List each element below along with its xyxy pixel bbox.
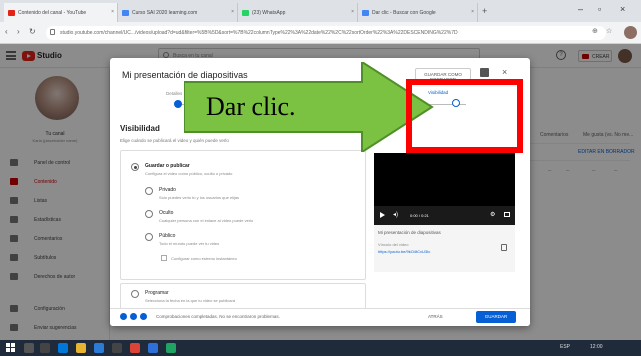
- lock-icon: [50, 29, 55, 35]
- processing-status-icon: [130, 313, 137, 320]
- close-tab-icon[interactable]: ×: [231, 9, 234, 15]
- maximize-button[interactable]: ▫: [598, 4, 601, 14]
- browser-tab[interactable]: Dar clic - Buscar con Google ×: [358, 3, 478, 22]
- fullscreen-icon[interactable]: [504, 212, 510, 217]
- unlisted-radio[interactable]: [145, 210, 153, 218]
- video-link[interactable]: https://youtu.be/9kO4tCvU3Ic: [378, 249, 430, 254]
- feedback-icon[interactable]: [480, 68, 489, 77]
- premiere-checkbox-label: Configurar como estreno instantáneo: [171, 256, 237, 261]
- schedule-label: Programar: [145, 290, 169, 296]
- star-icon[interactable]: ☆: [606, 27, 612, 35]
- browser-profile-avatar[interactable]: [624, 26, 637, 39]
- video-title: Mi presentación de diapositivas: [378, 230, 441, 235]
- site-favicon-icon: [122, 10, 129, 16]
- unlisted-desc: Cualquier persona con el enlace al video…: [159, 218, 254, 223]
- system-clock[interactable]: 12:00: [590, 344, 603, 350]
- browser-tab[interactable]: Contenido del canal - YouTube ×: [4, 3, 118, 22]
- app-icon[interactable]: [166, 343, 176, 353]
- tutorial-callout: Dar clic.: [206, 92, 296, 121]
- save-publish-label: Guardar o publicar: [145, 163, 190, 169]
- save-publish-radio[interactable]: [131, 163, 139, 171]
- save-button[interactable]: GUARDAR: [476, 311, 516, 323]
- unlisted-label: Oculto: [159, 210, 174, 216]
- mail-icon[interactable]: [112, 343, 122, 353]
- video-link-label: Vínculo del video: [378, 242, 409, 247]
- browser-tab-title: Dar clic - Buscar con Google: [372, 10, 436, 16]
- file-explorer-icon[interactable]: [76, 343, 86, 353]
- private-label: Privado: [159, 187, 176, 193]
- address-bar[interactable]: studio.youtube.com/channel/UC.../videos/…: [46, 26, 606, 40]
- close-tab-icon[interactable]: ×: [351, 9, 354, 15]
- browser-tab-title: Contenido del canal - YouTube: [18, 10, 87, 16]
- public-label: Público: [159, 233, 176, 239]
- windows-start-icon[interactable]: [6, 343, 15, 352]
- back-button[interactable]: ATRÁS: [428, 314, 443, 319]
- close-tab-icon[interactable]: ×: [471, 9, 474, 15]
- section-title: Visibilidad: [120, 124, 160, 133]
- checks-status-icon: [140, 313, 147, 320]
- word-icon[interactable]: [148, 343, 158, 353]
- step-details-label: Detalles: [166, 91, 183, 96]
- highlight-box: [406, 79, 523, 153]
- close-icon[interactable]: ×: [502, 67, 507, 77]
- minimize-button[interactable]: –: [578, 4, 583, 14]
- public-desc: Todo el mundo puede ver tu video: [159, 241, 220, 246]
- schedule-radio[interactable]: [131, 290, 139, 298]
- google-favicon-icon: [362, 10, 369, 16]
- browser-tab[interactable]: Curso SAI 2020 learning.com ×: [118, 3, 238, 22]
- chrome-icon[interactable]: [130, 343, 140, 353]
- browser-tab-title: Curso SAI 2020 learning.com: [132, 10, 198, 16]
- browser-toolbar: ‹ › ↻ studio.youtube.com/channel/UC.../v…: [0, 22, 641, 44]
- close-tab-icon[interactable]: ×: [111, 9, 114, 15]
- schedule-desc: Selecciona la fecha en la que tu video s…: [145, 298, 236, 303]
- edge-icon[interactable]: [58, 343, 68, 353]
- private-radio[interactable]: [145, 187, 153, 195]
- save-publish-desc: Configura el video como público, oculto …: [145, 171, 233, 176]
- copy-icon[interactable]: [501, 244, 507, 251]
- volume-icon[interactable]: ◂): [393, 211, 398, 218]
- youtube-favicon-icon: [8, 10, 15, 16]
- input-language[interactable]: ESP: [560, 344, 570, 350]
- screen: Contenido del canal - YouTube × Curso SA…: [0, 0, 641, 356]
- zoom-icon[interactable]: ⊕: [592, 27, 598, 35]
- play-icon[interactable]: [380, 212, 385, 218]
- url-text: studio.youtube.com/channel/UC.../videos/…: [60, 30, 458, 36]
- search-icon[interactable]: [24, 343, 34, 353]
- browser-tab-strip: Contenido del canal - YouTube × Curso SA…: [0, 0, 641, 22]
- whatsapp-favicon-icon: [242, 10, 249, 16]
- step-details[interactable]: [174, 100, 182, 108]
- visibility-options: Guardar o publicar Configura el video co…: [120, 150, 366, 280]
- task-view-icon[interactable]: [40, 343, 50, 353]
- reload-icon[interactable]: ↻: [29, 27, 36, 36]
- store-icon[interactable]: [94, 343, 104, 353]
- browser-tab-title: (23) WhatsApp: [252, 10, 286, 16]
- premiere-checkbox[interactable]: [161, 255, 167, 261]
- public-radio[interactable]: [145, 233, 153, 241]
- back-icon[interactable]: ‹: [5, 27, 8, 36]
- gear-icon[interactable]: ⚙: [490, 211, 495, 218]
- forward-icon[interactable]: ›: [17, 27, 20, 36]
- private-desc: Solo puedes verlo tú y los usuarios que …: [159, 195, 240, 200]
- browser-tab[interactable]: (23) WhatsApp ×: [238, 3, 358, 22]
- close-window-button[interactable]: ×: [620, 4, 625, 14]
- new-tab-button[interactable]: +: [482, 6, 487, 16]
- upload-status-icon: [120, 313, 127, 320]
- taskbar: ESP 12:00: [0, 340, 641, 356]
- video-time: 0:00 / 0:21: [410, 213, 429, 218]
- checks-status-text: Comprobaciones completadas. No se encont…: [156, 314, 280, 319]
